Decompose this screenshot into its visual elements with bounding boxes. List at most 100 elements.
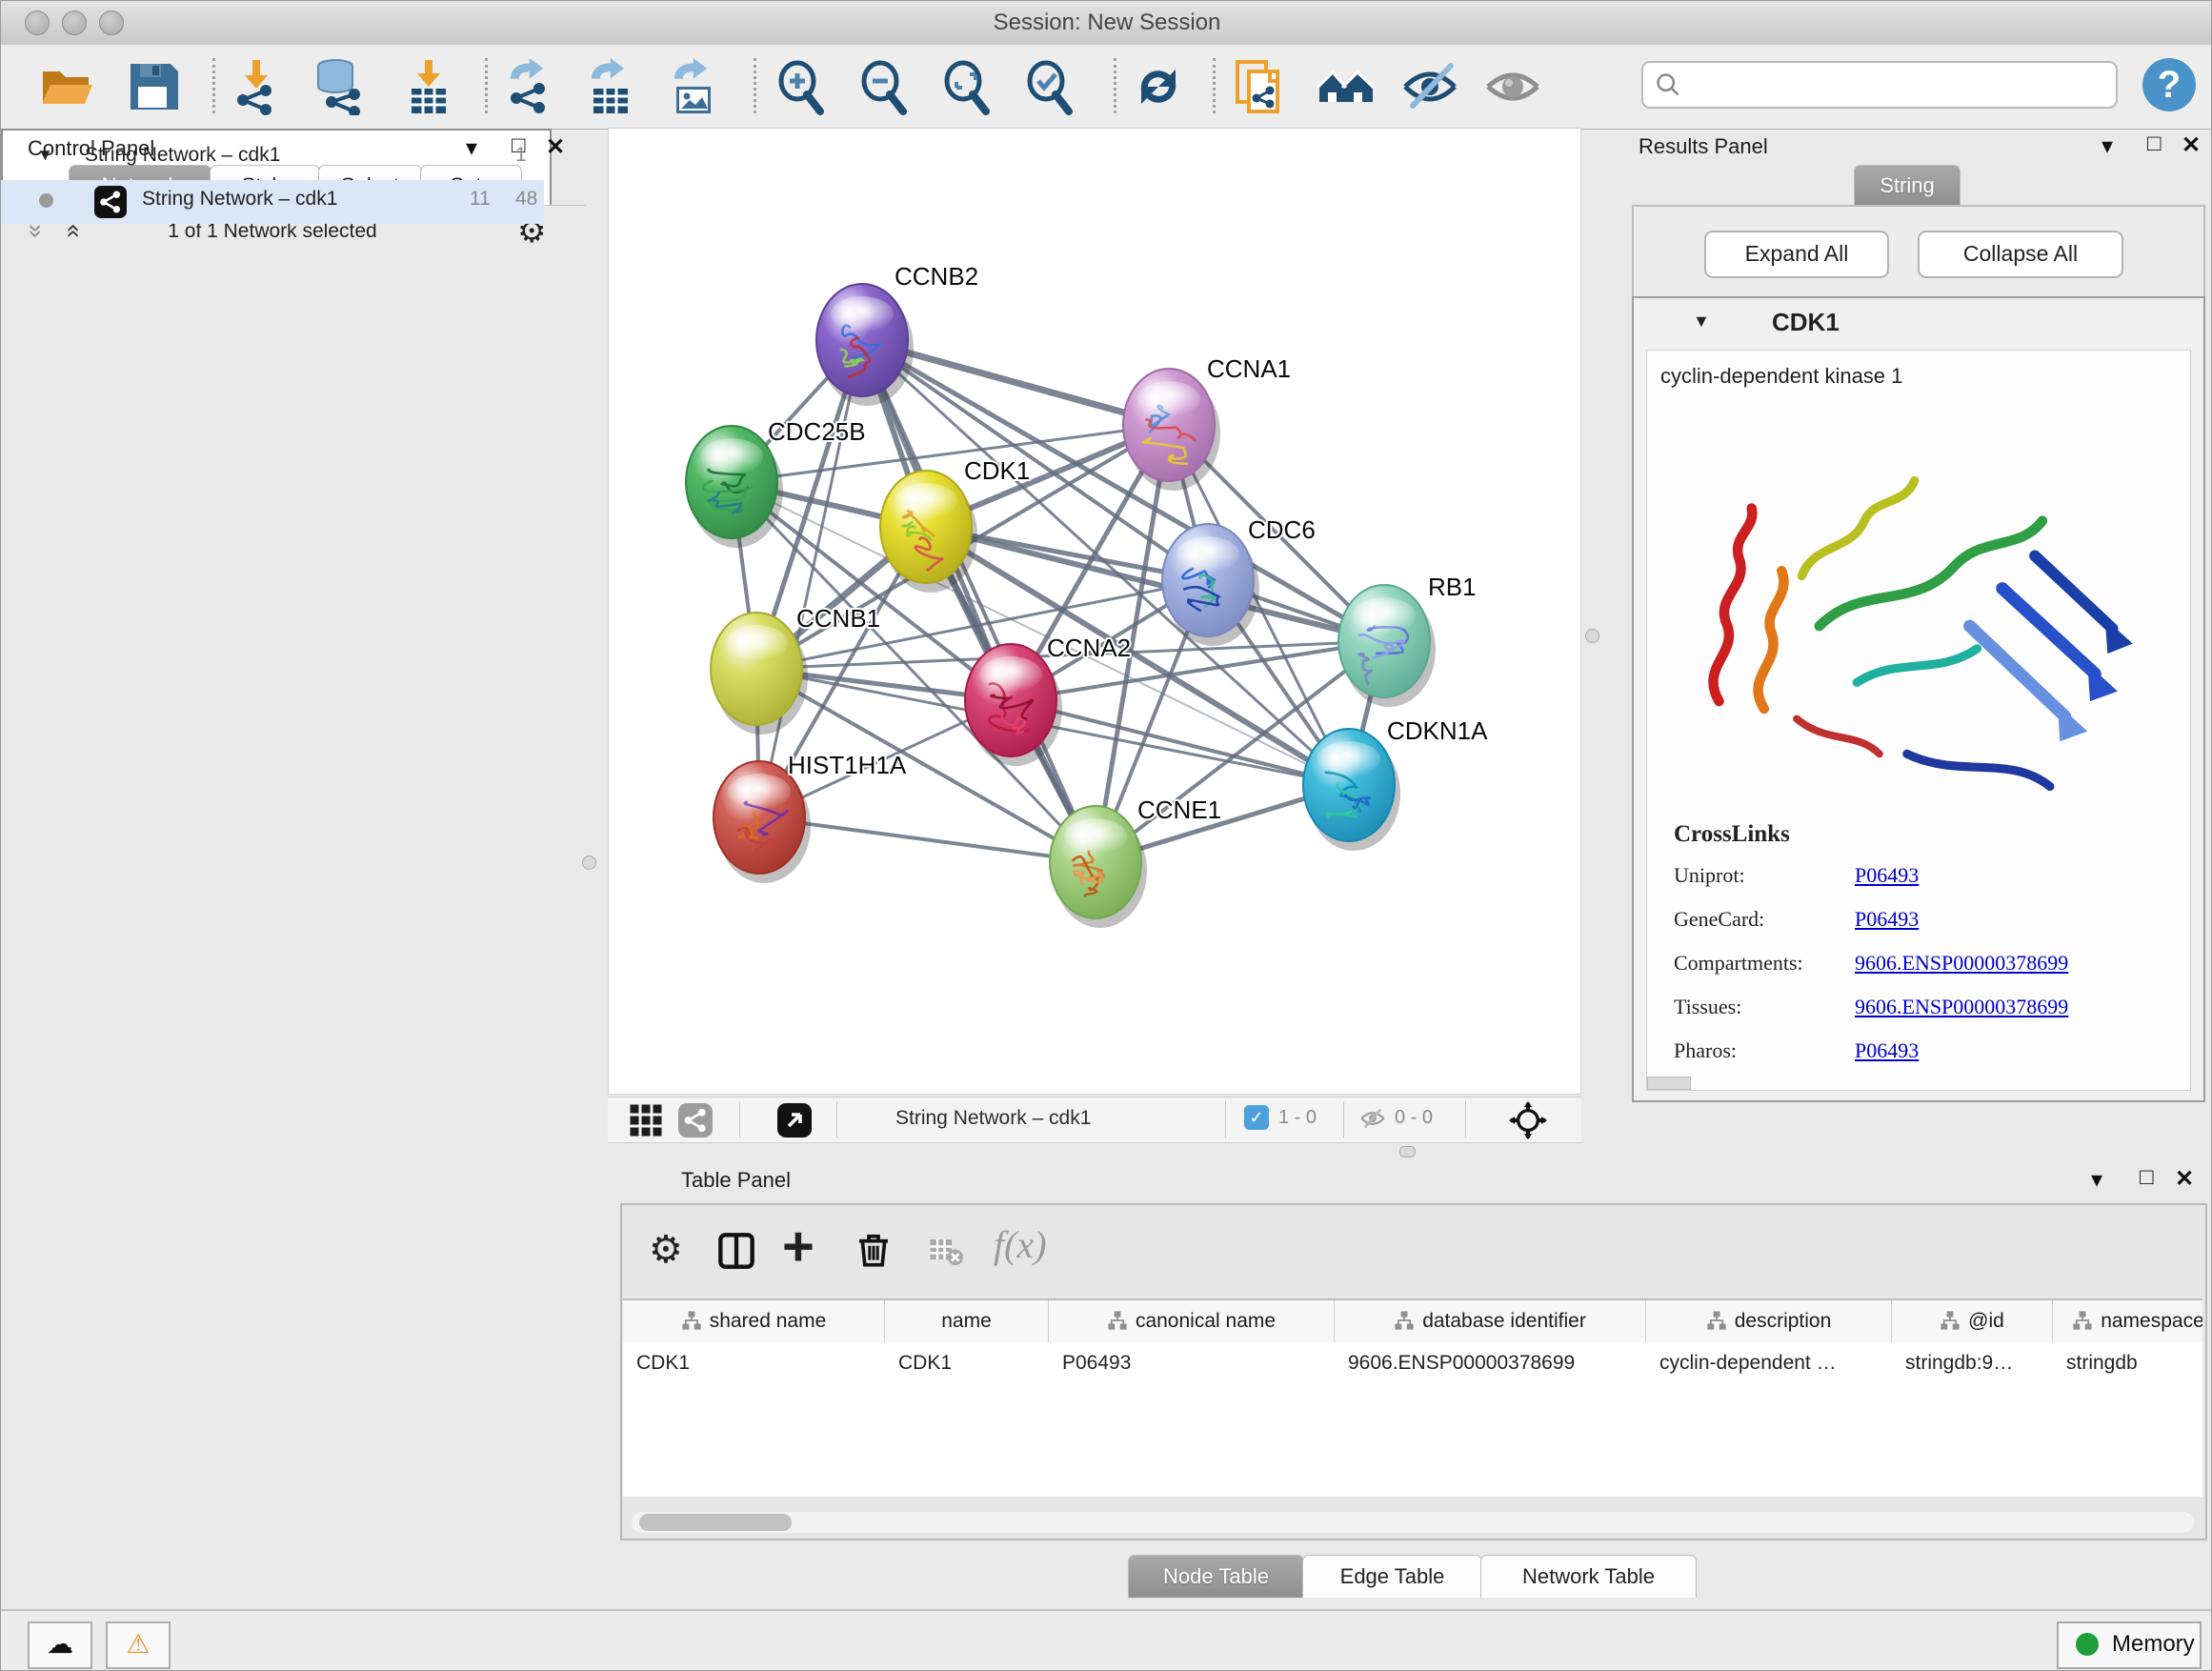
save-session-icon[interactable] bbox=[123, 58, 184, 115]
import-database-icon[interactable] bbox=[311, 58, 372, 115]
column-header--id[interactable]: @id bbox=[1892, 1300, 2053, 1342]
network-node-count: 11 bbox=[470, 188, 491, 211]
cdk1-entry-box: ▼ CDK1 cyclin-dependent kinase 1 bbox=[1632, 296, 2205, 1102]
network-share-icon bbox=[94, 186, 127, 218]
table-cell[interactable]: CDK1 bbox=[623, 1342, 885, 1384]
svg-text:CDC25B: CDC25B bbox=[768, 417, 866, 446]
crosslink-link[interactable]: P06493 bbox=[1855, 1038, 1919, 1063]
tree-expanded-icon[interactable]: ▼ bbox=[37, 146, 53, 165]
export-table-icon[interactable] bbox=[580, 58, 641, 115]
crosslink-link[interactable]: P06493 bbox=[1855, 907, 1919, 932]
create-column-plus-icon[interactable]: + bbox=[782, 1215, 814, 1278]
tab-node-table[interactable]: Node Table bbox=[1128, 1555, 1304, 1598]
bottom-splitter-handle[interactable] bbox=[1399, 1146, 1416, 1158]
cloud-service-button[interactable]: ☁ bbox=[28, 1621, 92, 1669]
memory-button[interactable]: Memory bbox=[2057, 1621, 2202, 1669]
network-row-selected[interactable]: String Network – cdk1 11 48 bbox=[1, 180, 544, 224]
show-columns-icon[interactable] bbox=[717, 1232, 755, 1270]
table-row[interactable]: CDK1CDK1P064939606.ENSP00000378699cyclin… bbox=[623, 1342, 2202, 1384]
open-in-window-icon[interactable] bbox=[777, 1103, 812, 1137]
memory-status-dot-icon bbox=[2076, 1633, 2099, 1656]
grid-view-icon[interactable] bbox=[629, 1103, 663, 1137]
string-network-graph[interactable]: CCNB2CCNA1CDC25BCDK1CDC6RB1CCNB1CCNA2CDK… bbox=[609, 129, 1580, 1094]
import-network-icon[interactable] bbox=[228, 58, 289, 115]
delete-column-trash-icon[interactable] bbox=[855, 1230, 893, 1268]
results-panel-close-icon[interactable]: ✕ bbox=[2182, 131, 2201, 159]
network-share-badge-icon[interactable] bbox=[678, 1103, 713, 1137]
expand-all-networks-icon[interactable]: « bbox=[60, 224, 90, 237]
collapse-all-button[interactable]: Collapse All bbox=[1918, 231, 2123, 278]
birds-eye-view-icon[interactable] bbox=[1509, 1101, 1547, 1139]
warning-icon: ⚠ bbox=[126, 1629, 150, 1659]
results-panel-float-icon[interactable]: □ bbox=[2147, 131, 2162, 157]
delete-table-icon bbox=[929, 1234, 963, 1268]
zoom-in-icon[interactable] bbox=[771, 58, 832, 115]
import-string-network-icon[interactable] bbox=[1230, 58, 1291, 115]
table-cell[interactable]: 9606.ENSP00000378699 bbox=[1335, 1342, 1646, 1384]
column-header-canonical-name[interactable]: canonical name bbox=[1049, 1300, 1335, 1342]
table-cell[interactable]: stringdb:9… bbox=[1892, 1342, 2053, 1384]
show-panel-eye-icon[interactable] bbox=[1482, 58, 1543, 115]
return-home-icon[interactable] bbox=[1316, 58, 1377, 115]
status-bar: ☁ ⚠ Memory bbox=[1, 1609, 2212, 1671]
table-options-gear-icon[interactable]: ⚙ bbox=[649, 1228, 683, 1272]
tab-edge-table[interactable]: Edge Table bbox=[1302, 1555, 1482, 1598]
cdk1-entry-header[interactable]: ▼ CDK1 bbox=[1634, 298, 2203, 348]
control-panel: Control Panel ▾ □ ✕ Network Style Select… bbox=[1, 129, 586, 1609]
memory-label: Memory bbox=[2112, 1631, 2195, 1658]
toolbar-divider bbox=[739, 1101, 740, 1137]
tab-network-table[interactable]: Network Table bbox=[1480, 1555, 1697, 1598]
help-button[interactable]: ? bbox=[2142, 58, 2196, 111]
export-image-icon[interactable] bbox=[663, 58, 724, 115]
crosslink-row: GeneCard: P06493 bbox=[1674, 907, 2188, 939]
hidden-items-eye-icon[interactable] bbox=[1358, 1105, 1387, 1132]
network-edge-count: 48 bbox=[515, 188, 537, 211]
table-panel-close-icon[interactable]: ✕ bbox=[2175, 1165, 2194, 1193]
expand-all-button[interactable]: Expand All bbox=[1704, 231, 1889, 278]
column-header-database-identifier[interactable]: database identifier bbox=[1335, 1300, 1646, 1342]
crosslink-link[interactable]: P06493 bbox=[1855, 863, 1919, 888]
network-collection-row[interactable]: ▼ String Network – cdk1 1 bbox=[1, 136, 544, 180]
export-network-icon[interactable] bbox=[501, 58, 562, 115]
global-search-field[interactable] bbox=[1641, 61, 2118, 109]
open-session-icon[interactable] bbox=[37, 58, 98, 115]
entry-scrollbar-stub[interactable] bbox=[1647, 1077, 1691, 1090]
import-table-icon[interactable] bbox=[398, 58, 459, 115]
table-cell[interactable]: cyclin-dependent … bbox=[1646, 1342, 1892, 1384]
network-view-toolbar: String Network – cdk1 ✓ 1 - 0 0 - 0 bbox=[608, 1097, 1581, 1143]
apply-layout-icon[interactable] bbox=[1128, 58, 1189, 115]
table-cell[interactable]: CDK1 bbox=[885, 1342, 1049, 1384]
zoom-out-icon[interactable] bbox=[854, 58, 915, 115]
control-panel-close-icon[interactable]: ✕ bbox=[546, 133, 565, 161]
crosslink-link[interactable]: 9606.ENSP00000378699 bbox=[1855, 995, 2068, 1019]
column-header-namespace[interactable]: namespace bbox=[2053, 1300, 2202, 1342]
table-cell[interactable]: P06493 bbox=[1049, 1342, 1335, 1384]
entry-gene-name: CDK1 bbox=[1772, 308, 1840, 337]
tab-string[interactable]: String bbox=[1854, 165, 1961, 206]
column-header-shared-name[interactable]: shared name bbox=[623, 1300, 885, 1342]
search-input[interactable] bbox=[1691, 67, 2104, 99]
network-canvas[interactable]: CCNB2CCNA1CDC25BCDK1CDC6RB1CCNB1CCNA2CDK… bbox=[608, 128, 1581, 1095]
selected-nodes-checkbox-icon[interactable]: ✓ bbox=[1244, 1105, 1269, 1130]
zoom-selected-icon[interactable] bbox=[1019, 58, 1080, 115]
crosslink-label: Compartments: bbox=[1674, 951, 1803, 975]
svg-text:CDK1: CDK1 bbox=[964, 456, 1030, 485]
crosslink-link[interactable]: 9606.ENSP00000378699 bbox=[1855, 951, 2068, 976]
warnings-button[interactable]: ⚠ bbox=[106, 1621, 171, 1669]
hide-panel-eye-icon[interactable] bbox=[1399, 58, 1460, 115]
left-splitter-handle[interactable] bbox=[582, 856, 596, 870]
svg-text:CCNE1: CCNE1 bbox=[1137, 795, 1221, 824]
table-panel-menu-icon[interactable]: ▾ bbox=[2091, 1166, 2102, 1194]
table-horizontal-scrollbar[interactable] bbox=[632, 1512, 2194, 1533]
zoom-fit-icon[interactable] bbox=[936, 58, 997, 115]
results-panel: Results Panel ▾ □ ✕ String Expand All Co… bbox=[1581, 129, 2212, 1162]
collapse-all-networks-icon[interactable]: » bbox=[22, 224, 51, 237]
scrollbar-thumb[interactable] bbox=[639, 1514, 792, 1531]
table-panel-float-icon[interactable]: □ bbox=[2140, 1164, 2154, 1191]
current-network-title: String Network – cdk1 bbox=[895, 1107, 1091, 1130]
column-header-name[interactable]: name bbox=[885, 1300, 1049, 1342]
column-header-description[interactable]: description bbox=[1646, 1300, 1892, 1342]
results-panel-menu-icon[interactable]: ▾ bbox=[2101, 132, 2113, 160]
table-cell[interactable]: stringdb bbox=[2053, 1342, 2202, 1384]
entry-expanded-icon[interactable]: ▼ bbox=[1693, 312, 1710, 332]
